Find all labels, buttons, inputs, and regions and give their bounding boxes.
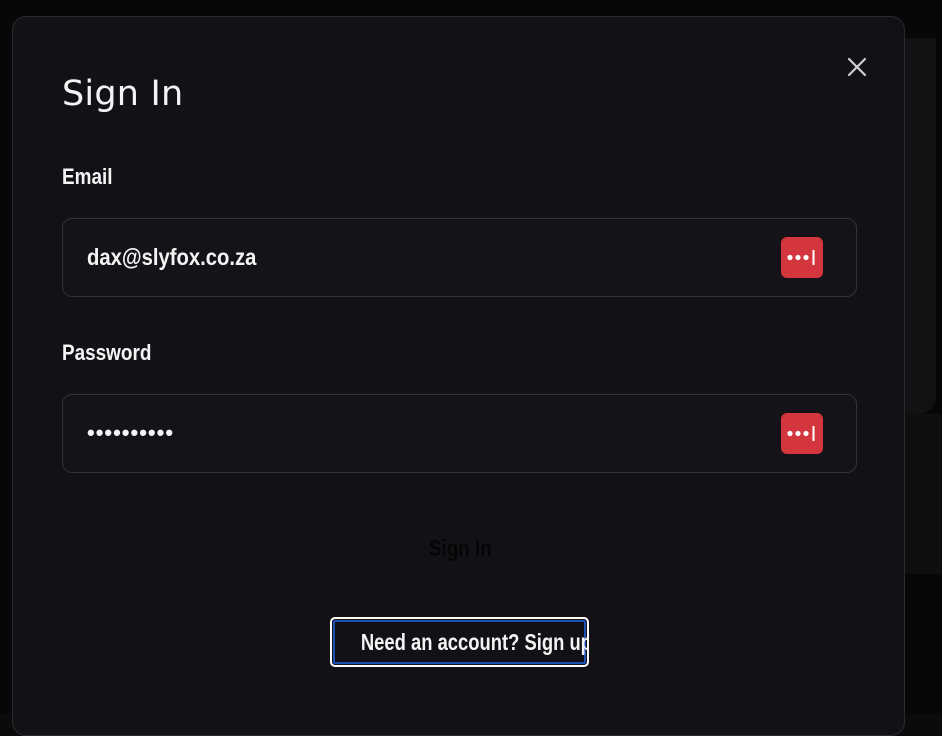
password-manager-icon: [787, 250, 815, 265]
password-password-manager-button[interactable]: [781, 413, 823, 454]
dialog-title: Sign In: [62, 74, 184, 114]
password-label: Password: [62, 340, 152, 365]
sign-in-button[interactable]: Sign In: [363, 522, 558, 572]
close-button[interactable]: [843, 53, 871, 81]
close-icon: [847, 57, 867, 77]
email-field[interactable]: [87, 219, 756, 295]
password-manager-icon: [787, 426, 815, 441]
sign-in-dialog: Sign In Email Password: [12, 16, 905, 736]
email-label: Email: [62, 164, 113, 189]
sign-in-button-label: Sign In: [429, 535, 492, 561]
email-field-container: [62, 218, 857, 297]
password-field[interactable]: [87, 395, 767, 471]
sign-up-link-label: Need an account? Sign up: [360, 629, 589, 655]
email-password-manager-button[interactable]: [781, 237, 823, 278]
sign-up-link[interactable]: Need an account? Sign up: [330, 617, 589, 667]
password-field-container: [62, 394, 857, 473]
